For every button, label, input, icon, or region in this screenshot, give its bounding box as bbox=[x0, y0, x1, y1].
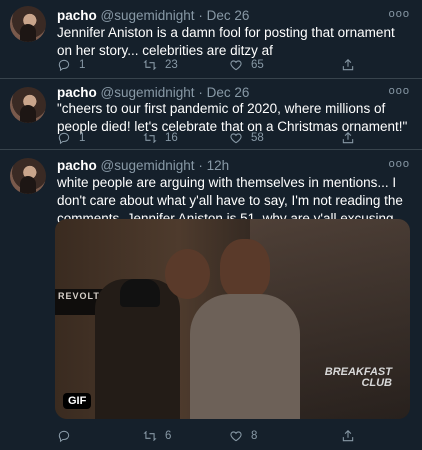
share-icon bbox=[342, 132, 354, 144]
author-handle[interactable]: @sugemidnight bbox=[101, 85, 195, 100]
background-person bbox=[95, 279, 180, 419]
reply-count: 1 bbox=[79, 132, 86, 144]
more-options-icon[interactable]: ooo bbox=[389, 85, 410, 97]
tweet-actions: 1 16 58 bbox=[57, 131, 397, 147]
like-count: 8 bbox=[251, 430, 258, 442]
more-options-icon[interactable]: ooo bbox=[389, 8, 410, 20]
avatar[interactable] bbox=[10, 6, 46, 42]
main-person bbox=[165, 239, 305, 419]
avatar[interactable] bbox=[10, 158, 46, 194]
watermark: BREAKFAST CLUB bbox=[325, 367, 392, 389]
share-button[interactable] bbox=[341, 131, 355, 145]
share-icon bbox=[342, 430, 354, 442]
watermark-line-2: CLUB bbox=[361, 377, 392, 389]
tweet[interactable]: pacho @sugemidnight · Dec 26 ooo "cheers… bbox=[0, 79, 422, 150]
tweet-header: pacho @sugemidnight · 12h bbox=[57, 158, 229, 174]
like-button[interactable]: 58 bbox=[229, 131, 264, 145]
face bbox=[220, 239, 270, 299]
retweet-button[interactable]: 16 bbox=[143, 131, 178, 145]
tweet-time[interactable]: Dec 26 bbox=[207, 8, 250, 23]
hat bbox=[120, 279, 160, 307]
retweet-button[interactable]: 23 bbox=[143, 58, 178, 72]
tweet[interactable]: pacho @sugemidnight · Dec 26 ooo Jennife… bbox=[0, 0, 422, 79]
retweet-count: 23 bbox=[165, 59, 178, 71]
tweet-header: pacho @sugemidnight · Dec 26 bbox=[57, 8, 249, 24]
retweet-button[interactable]: 6 bbox=[143, 429, 171, 443]
share-button[interactable] bbox=[341, 58, 355, 72]
author-name[interactable]: pacho bbox=[57, 158, 97, 173]
avatar[interactable] bbox=[10, 87, 46, 123]
tweet-actions: 1 23 65 bbox=[57, 58, 397, 74]
reply-button[interactable] bbox=[57, 429, 79, 443]
like-count: 58 bbox=[251, 132, 264, 144]
sign-text: REVOLT bbox=[58, 291, 100, 301]
retweet-icon bbox=[143, 59, 157, 71]
tweet-header: pacho @sugemidnight · Dec 26 bbox=[57, 85, 249, 101]
heart-icon bbox=[230, 133, 242, 144]
raised-hand bbox=[165, 249, 210, 299]
gif-badge: GIF bbox=[63, 393, 92, 409]
share-icon bbox=[342, 59, 354, 71]
body bbox=[190, 294, 300, 419]
gif-media[interactable]: REVOLT BREAKFAST CLUB GIF bbox=[55, 219, 410, 419]
reply-button[interactable]: 1 bbox=[57, 131, 85, 145]
reply-count: 1 bbox=[79, 59, 86, 71]
share-button[interactable] bbox=[341, 429, 355, 443]
tweet-text: Jennifer Aniston is a damn fool for post… bbox=[57, 25, 395, 58]
like-count: 65 bbox=[251, 59, 264, 71]
heart-icon bbox=[230, 60, 242, 71]
author-handle[interactable]: @sugemidnight bbox=[101, 8, 195, 23]
tweet[interactable]: pacho @sugemidnight · 12h ooo white peop… bbox=[0, 150, 422, 450]
retweet-count: 16 bbox=[165, 132, 178, 144]
reply-icon bbox=[58, 430, 70, 443]
author-name[interactable]: pacho bbox=[57, 8, 97, 23]
like-button[interactable]: 8 bbox=[229, 429, 257, 443]
retweet-count: 6 bbox=[165, 430, 172, 442]
reply-icon bbox=[58, 132, 70, 145]
reply-button[interactable]: 1 bbox=[57, 58, 85, 72]
retweet-icon bbox=[143, 132, 157, 144]
tweet-time[interactable]: 12h bbox=[207, 158, 230, 173]
retweet-icon bbox=[143, 430, 157, 442]
author-name[interactable]: pacho bbox=[57, 85, 97, 100]
reply-icon bbox=[58, 59, 70, 72]
tweet-actions: 6 8 bbox=[57, 429, 397, 445]
more-options-icon[interactable]: ooo bbox=[389, 158, 410, 170]
author-handle[interactable]: @sugemidnight bbox=[101, 158, 195, 173]
separator: · bbox=[198, 158, 203, 173]
like-button[interactable]: 65 bbox=[229, 58, 264, 72]
heart-icon bbox=[230, 431, 242, 442]
tweet-time[interactable]: Dec 26 bbox=[207, 85, 250, 100]
separator: · bbox=[198, 8, 203, 23]
separator: · bbox=[198, 85, 203, 100]
